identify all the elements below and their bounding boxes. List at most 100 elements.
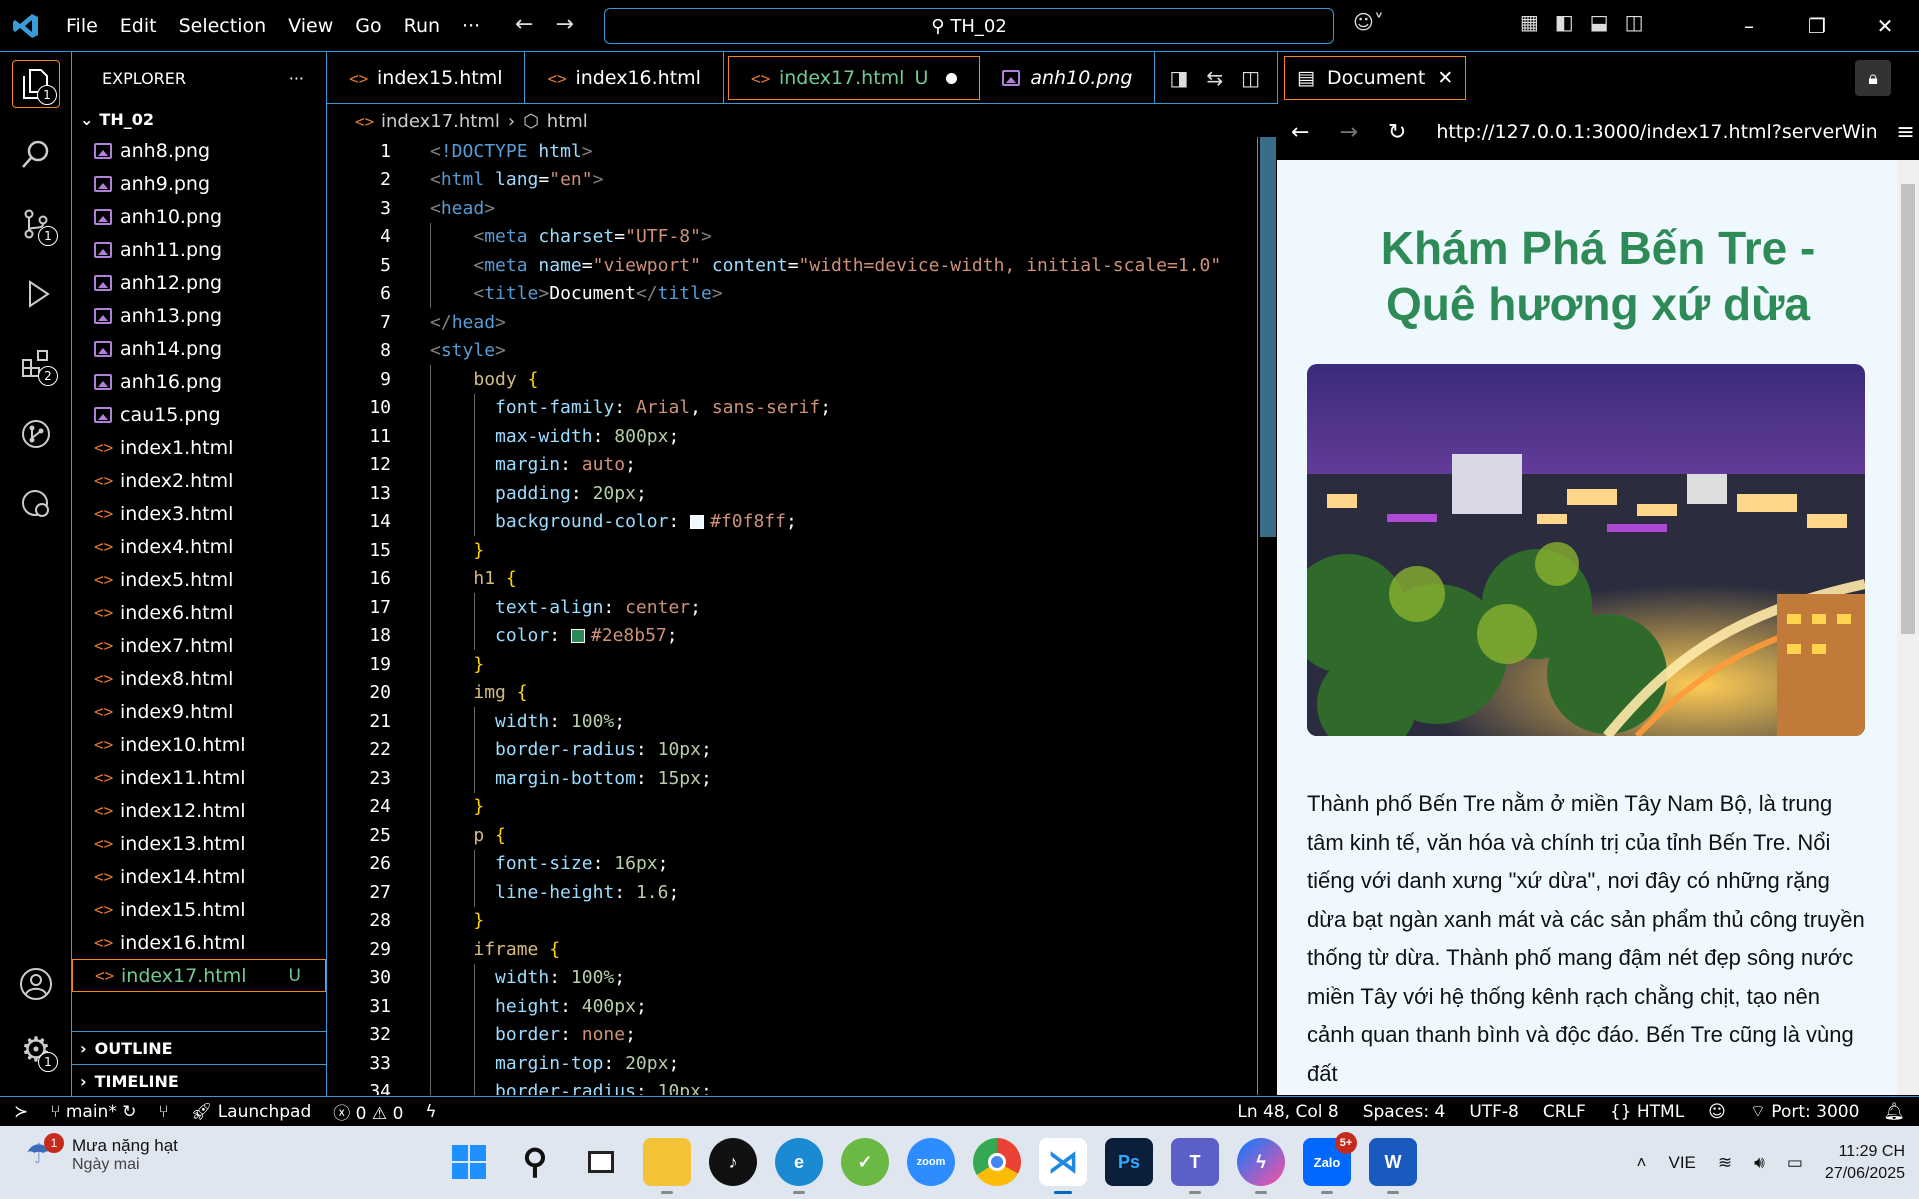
input-language[interactable]: VIE (1668, 1153, 1695, 1173)
task-view-icon[interactable] (577, 1138, 625, 1186)
photoshop-icon[interactable]: Ps (1105, 1138, 1153, 1186)
file-item[interactable]: <> index8.html (72, 662, 326, 695)
breadcrumb-symbol[interactable]: html (547, 111, 588, 132)
file-item[interactable]: <> index3.html (72, 497, 326, 530)
customize-layout-icon[interactable]: ▦ (1520, 10, 1539, 34)
close-icon[interactable]: ✕ (1851, 0, 1919, 52)
file-item[interactable]: anh8.png (72, 134, 326, 167)
color-swatch[interactable] (690, 515, 705, 530)
cursor-position[interactable]: Ln 48, Col 8 (1237, 1102, 1338, 1122)
file-item[interactable]: <> index6.html (72, 596, 326, 629)
file-item[interactable]: <> index9.html (72, 695, 326, 728)
vscode-taskbar-icon[interactable]: ⋊ (1039, 1138, 1087, 1194)
page-scrollbar[interactable] (1897, 160, 1919, 1095)
taskbar-search-icon[interactable]: ⚲ (511, 1138, 559, 1186)
explorer-icon[interactable]: 1 (12, 60, 60, 108)
split-editor-icon[interactable]: ◫ (1241, 66, 1260, 90)
git-graph-status-icon[interactable]: ⑂ (159, 1102, 169, 1122)
zalo-icon[interactable]: Zalo 5+ (1303, 1132, 1357, 1194)
lock-group-icon[interactable]: 🔒︎ (1855, 60, 1891, 96)
file-item[interactable]: <> index11.html (72, 761, 326, 794)
url-input[interactable]: http://127.0.0.1:3000/index17.html?serve… (1436, 121, 1876, 143)
file-item[interactable]: anh13.png (72, 299, 326, 332)
menu-selection[interactable]: Selection (168, 15, 278, 37)
toggle-sidebar-icon[interactable]: ◧ (1555, 10, 1574, 34)
extensions-icon[interactable]: 2 (12, 340, 60, 388)
file-item[interactable]: anh11.png (72, 233, 326, 266)
menu-more[interactable]: ··· (451, 15, 491, 37)
tab-index17[interactable]: <> index17.html U (727, 56, 981, 100)
outline-section[interactable]: › OUTLINE (72, 1031, 327, 1064)
live-server-item[interactable]: ⌔ Port: 3000 (1750, 1101, 1860, 1122)
file-item[interactable]: <> index15.html (72, 893, 326, 926)
file-item[interactable]: anh9.png (72, 167, 326, 200)
page-scroll-thumb[interactable] (1901, 184, 1915, 634)
menu-file[interactable]: File (55, 15, 109, 37)
file-item[interactable]: <> index7.html (72, 629, 326, 662)
teams-icon[interactable]: T (1171, 1138, 1219, 1194)
back-arrow-icon[interactable]: ← (515, 12, 533, 37)
editor-scroll-thumb[interactable] (1260, 137, 1276, 537)
accounts-icon[interactable] (12, 960, 60, 1008)
file-item[interactable]: cau15.png (72, 398, 326, 431)
tab-index15[interactable]: <> index15.html (327, 52, 526, 104)
unsaved-dot-icon[interactable] (946, 72, 958, 84)
close-icon[interactable]: ✕ (1437, 67, 1453, 89)
compare-changes-icon[interactable]: ⇆ (1206, 66, 1223, 90)
explorer-more-button[interactable]: ··· (289, 69, 304, 88)
folder-th02[interactable]: ⌄ TH_02 (72, 104, 326, 134)
file-item[interactable]: <> index14.html (72, 860, 326, 893)
tab-index16[interactable]: <> index16.html (525, 52, 724, 104)
branch-item[interactable]: ⑂ main* ↻ (50, 1102, 136, 1122)
encoding[interactable]: UTF-8 (1469, 1102, 1519, 1122)
launchpad-item[interactable]: 🚀︎ Launchpad (191, 1102, 312, 1122)
open-preview-icon[interactable]: ◨ (1169, 66, 1188, 90)
remote-icon[interactable]: ≻ (14, 1102, 28, 1122)
code-editor[interactable]: 1 <!DOCTYPE html> 2 <html lang="en"> 3 <hea… (327, 137, 1257, 1095)
file-item[interactable]: anh10.png (72, 200, 326, 233)
settings-gear-icon[interactable]: ⚙ 1 (12, 1026, 60, 1074)
copilot-icon[interactable]: ☺˅ (1353, 10, 1384, 34)
line-ending[interactable]: CRLF (1543, 1102, 1586, 1122)
menu-edit[interactable]: Edit (109, 15, 168, 37)
file-item[interactable]: anh14.png (72, 332, 326, 365)
back-arrow-icon[interactable]: ← (1291, 120, 1309, 145)
reload-icon[interactable]: ↻ (1388, 120, 1406, 145)
file-item[interactable]: <> index5.html (72, 563, 326, 596)
restore-icon[interactable]: ❐ (1783, 0, 1851, 52)
tiktok-icon[interactable]: ♪ (709, 1138, 757, 1186)
indentation[interactable]: Spaces: 4 (1363, 1102, 1446, 1122)
zoom-icon[interactable]: zoom (907, 1138, 955, 1186)
search-view-icon[interactable] (12, 130, 60, 178)
file-explorer-icon[interactable] (643, 1138, 691, 1194)
chrome-icon[interactable] (973, 1138, 1021, 1186)
file-item[interactable]: <> index10.html (72, 728, 326, 761)
command-center-search[interactable]: ⚲ TH_02 (604, 8, 1334, 44)
edge-icon[interactable]: e (775, 1138, 823, 1194)
source-control-icon[interactable]: 1 (12, 200, 60, 248)
toggle-panel-icon[interactable]: ⬓ (1590, 10, 1609, 34)
run-debug-icon[interactable] (12, 270, 60, 318)
minimize-icon[interactable]: – (1715, 0, 1783, 52)
toggle-secondary-sidebar-icon[interactable]: ◫ (1625, 10, 1644, 34)
file-item[interactable]: <> index16.html (72, 926, 326, 959)
tab-anh10[interactable]: anh10.png (980, 52, 1156, 104)
problems-item[interactable]: ⓧ 0 ⚠ 0 (333, 1099, 403, 1124)
menu-go[interactable]: Go (344, 15, 392, 37)
wifi-icon[interactable]: ≋ (1718, 1153, 1732, 1173)
chevron-up-icon[interactable]: ˄ (1637, 1153, 1647, 1173)
file-item[interactable]: anh16.png (72, 365, 326, 398)
file-item[interactable]: <> index4.html (72, 530, 326, 563)
volume-icon[interactable]: 🔊︎ (1754, 1153, 1765, 1173)
timeline-section[interactable]: › TIMELINE (72, 1064, 327, 1097)
forward-arrow-icon[interactable]: → (555, 12, 573, 37)
battery-icon[interactable]: ▭ (1787, 1153, 1803, 1173)
coccoc-icon[interactable]: ✓ (841, 1138, 889, 1186)
file-item[interactable]: <> index12.html (72, 794, 326, 827)
clock[interactable]: 11:29 CH 27/06/2025 (1825, 1141, 1905, 1185)
notifications-bell-icon[interactable]: 🔔︎ (1883, 1102, 1905, 1122)
file-item[interactable]: <> index2.html (72, 464, 326, 497)
file-item[interactable]: <> index17.html U (72, 959, 326, 992)
lightning-icon[interactable]: ϟ (425, 1102, 436, 1122)
color-swatch[interactable] (570, 629, 585, 644)
